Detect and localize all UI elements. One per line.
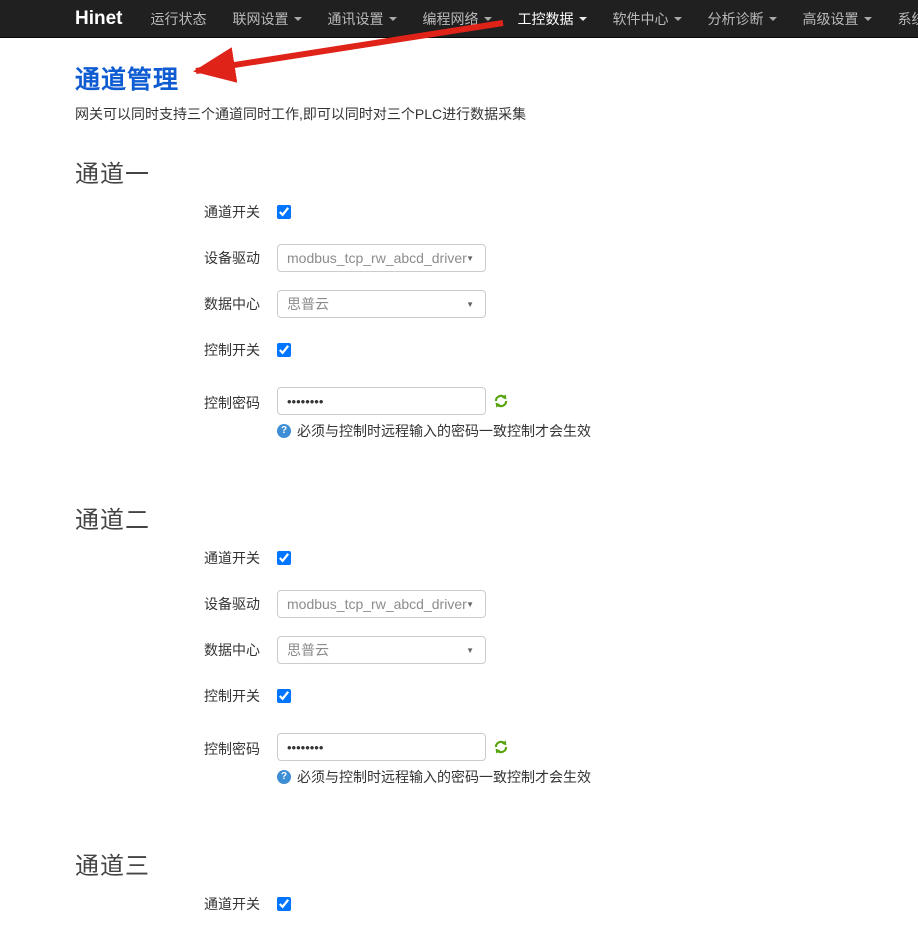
nav-item-programming-network[interactable]: 编程网络 (410, 9, 505, 29)
refresh-icon[interactable] (493, 393, 509, 409)
control-password-label: 控制密码 (75, 739, 260, 759)
data-center-select[interactable]: 思普云 ▼ (277, 636, 486, 664)
device-driver-value: modbus_tcp_rw_abcd_driver (287, 250, 467, 266)
nav-item-industrial-data[interactable]: 工控数据 (505, 9, 600, 29)
channel-section-1: 通道一 通道开关 设备驱动 modbus_tcp_rw_abcd_driver … (75, 154, 878, 441)
chevron-down-icon: ▼ (466, 637, 474, 664)
control-switch-checkbox[interactable] (277, 343, 291, 357)
control-password-row: 控制密码 ? 必须与控制时远程输入的密码一致控制才会生 (75, 733, 878, 787)
help-icon: ? (277, 424, 291, 438)
data-center-label: 数据中心 (75, 294, 260, 314)
channel-switch-row: 通道开关 (75, 548, 878, 568)
caret-down-icon (864, 17, 872, 21)
device-driver-select[interactable]: modbus_tcp_rw_abcd_driver ▼ (277, 244, 486, 272)
page-subtitle: 网关可以同时支持三个通道同时工作,即可以同时对三个PLC进行数据采集 (75, 104, 878, 124)
data-center-row: 数据中心 思普云 ▼ (75, 636, 878, 664)
channel-switch-label: 通道开关 (75, 894, 260, 914)
device-driver-label: 设备驱动 (75, 594, 260, 614)
password-help: ? 必须与控制时远程输入的密码一致控制才会生效 (277, 421, 591, 441)
nav-item-running-status[interactable]: 运行状态 (138, 9, 220, 29)
control-password-label: 控制密码 (75, 393, 260, 413)
nav-item-advanced-settings[interactable]: 高级设置 (790, 9, 885, 29)
caret-down-icon (484, 17, 492, 21)
channel-3-title: 通道三 (75, 846, 878, 881)
control-switch-label: 控制开关 (75, 686, 260, 706)
caret-down-icon (294, 17, 302, 21)
control-switch-label: 控制开关 (75, 340, 260, 360)
chevron-down-icon: ▼ (466, 245, 474, 272)
control-password-input[interactable] (277, 387, 486, 415)
page-title: 通道管理 (75, 60, 878, 96)
channel-switch-row: 通道开关 (75, 202, 878, 222)
top-navbar: Hinet 运行状态 联网设置 通讯设置 编程网络 工控数据 软件中心 分析诊断… (0, 0, 918, 38)
chevron-down-icon: ▼ (466, 591, 474, 618)
device-driver-row: 设备驱动 modbus_tcp_rw_abcd_driver ▼ (75, 244, 878, 272)
caret-down-icon (389, 17, 397, 21)
device-driver-row: 设备驱动 modbus_tcp_rw_abcd_driver ▼ (75, 590, 878, 618)
nav-item-system-settings[interactable]: 系统设置 (885, 9, 918, 29)
data-center-value: 思普云 (287, 642, 329, 658)
nav-item-comm-settings[interactable]: 通讯设置 (315, 9, 410, 29)
control-password-row: 控制密码 ? 必须与控制时远程输入的密码一致控制才会生 (75, 387, 878, 441)
caret-down-icon (579, 17, 587, 21)
password-help-text: 必须与控制时远程输入的密码一致控制才会生效 (297, 767, 591, 787)
password-help: ? 必须与控制时远程输入的密码一致控制才会生效 (277, 767, 591, 787)
channel-switch-checkbox[interactable] (277, 205, 291, 219)
main-content: 通道管理 网关可以同时支持三个通道同时工作,即可以同时对三个PLC进行数据采集 … (0, 60, 918, 932)
channel-section-3: 通道三 通道开关 设备驱动 modbus_tcp_rw_abcd_driver … (75, 846, 878, 932)
caret-down-icon (674, 17, 682, 21)
channel-section-2: 通道二 通道开关 设备驱动 modbus_tcp_rw_abcd_driver … (75, 500, 878, 787)
password-help-text: 必须与控制时远程输入的密码一致控制才会生效 (297, 421, 591, 441)
nav-item-analysis-diagnosis[interactable]: 分析诊断 (695, 9, 790, 29)
data-center-row: 数据中心 思普云 ▼ (75, 290, 878, 318)
device-driver-value: modbus_tcp_rw_abcd_driver (287, 596, 467, 612)
chevron-down-icon: ▼ (466, 291, 474, 318)
control-switch-row: 控制开关 (75, 686, 878, 706)
brand-logo[interactable]: Hinet (75, 8, 123, 30)
data-center-select[interactable]: 思普云 ▼ (277, 290, 486, 318)
caret-down-icon (769, 17, 777, 21)
channel-switch-label: 通道开关 (75, 202, 260, 222)
channel-switch-checkbox[interactable] (277, 551, 291, 565)
data-center-value: 思普云 (287, 296, 329, 312)
device-driver-select[interactable]: modbus_tcp_rw_abcd_driver ▼ (277, 590, 486, 618)
data-center-label: 数据中心 (75, 640, 260, 660)
control-password-input[interactable] (277, 733, 486, 761)
control-switch-checkbox[interactable] (277, 689, 291, 703)
channel-switch-label: 通道开关 (75, 548, 260, 568)
nav-item-software-center[interactable]: 软件中心 (600, 9, 695, 29)
channel-1-title: 通道一 (75, 154, 878, 189)
channel-switch-row: 通道开关 (75, 894, 878, 914)
nav-item-network-settings[interactable]: 联网设置 (220, 9, 315, 29)
device-driver-label: 设备驱动 (75, 248, 260, 268)
channel-2-title: 通道二 (75, 500, 878, 535)
channel-switch-checkbox[interactable] (277, 897, 291, 911)
control-switch-row: 控制开关 (75, 340, 878, 360)
refresh-icon[interactable] (493, 739, 509, 755)
help-icon: ? (277, 770, 291, 784)
